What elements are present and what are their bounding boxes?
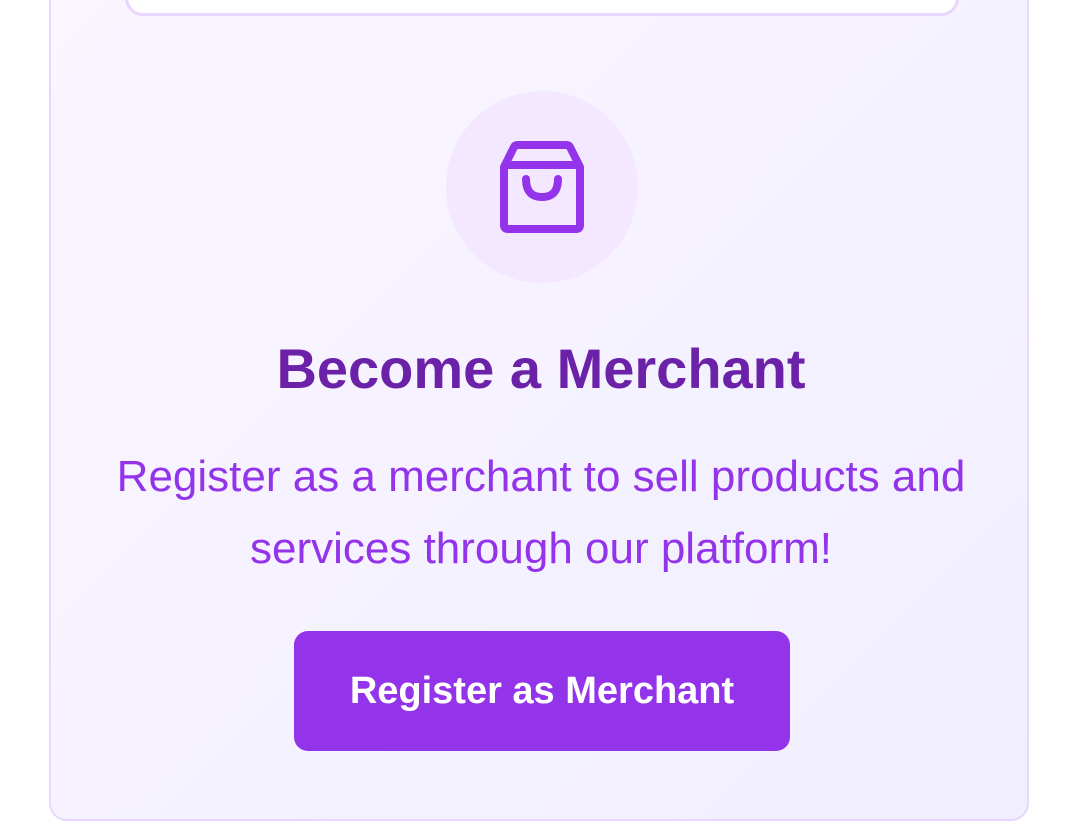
register-merchant-button[interactable]: Register as Merchant bbox=[294, 631, 790, 751]
card-title: Become a Merchant bbox=[276, 337, 806, 400]
shopping-bag-icon bbox=[500, 141, 584, 233]
previous-card-bottom bbox=[125, 0, 959, 16]
card-description: Register as a merchant to sell products … bbox=[116, 452, 966, 573]
icon-circle bbox=[446, 91, 638, 283]
merchant-card: Become a Merchant Register as a merchant… bbox=[49, 0, 1029, 821]
